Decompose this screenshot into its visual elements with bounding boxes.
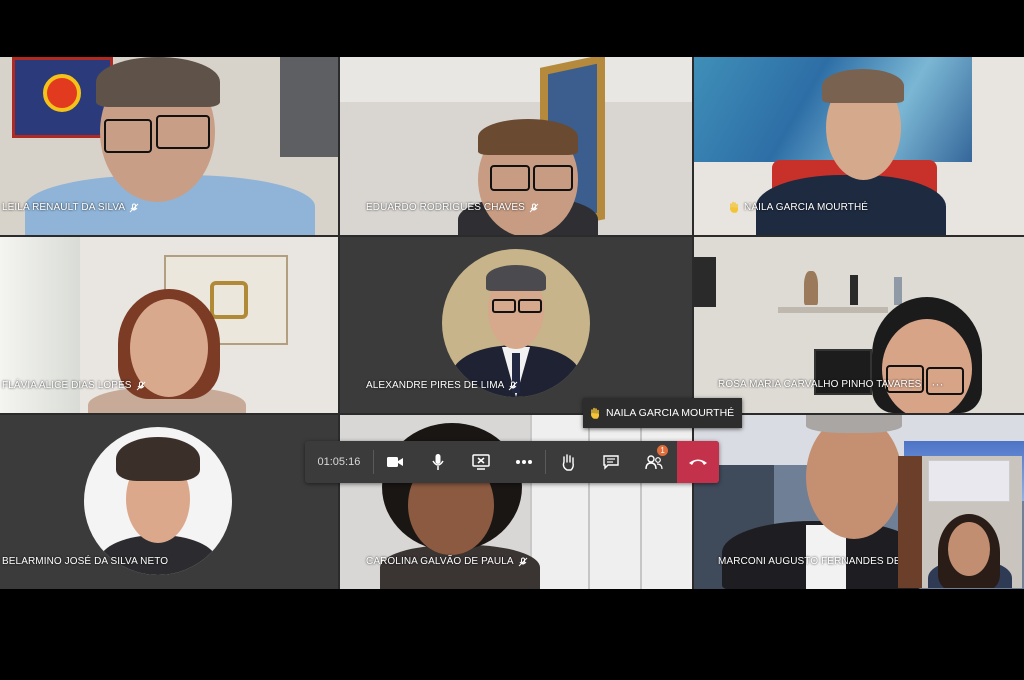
participants-badge: 1 bbox=[657, 445, 669, 456]
participant-tile-flavia[interactable]: FLÁVIA ALICE DIAS LOPES bbox=[0, 237, 338, 413]
notification-text: NAILA GARCIA MOURTHÉ bbox=[606, 407, 735, 419]
hang-up-button[interactable] bbox=[677, 441, 719, 483]
share-screen-button[interactable] bbox=[460, 441, 503, 483]
microphone-icon bbox=[432, 454, 444, 470]
participant-tile-naila[interactable]: NAILA GARCIA MOURTHÉ bbox=[694, 57, 1024, 235]
raised-hand-notification[interactable]: NAILA GARCIA MOURTHÉ bbox=[583, 398, 743, 428]
participant-hair bbox=[96, 57, 220, 107]
participant-name: FLÁVIA ALICE DIAS LOPES bbox=[2, 380, 146, 391]
camera-button[interactable] bbox=[374, 441, 417, 483]
participant-name: ALEXANDRE PIRES DE LIMA bbox=[366, 380, 518, 391]
participant-name: EDUARDO RODRIGUES CHAVES bbox=[366, 202, 539, 213]
participant-head bbox=[806, 415, 902, 539]
participant-name: NAILA GARCIA MOURTHÉ bbox=[728, 201, 868, 213]
more-options-button[interactable] bbox=[503, 441, 546, 483]
call-controls-bar: 01:05:16 1 bbox=[305, 441, 719, 483]
hang-up-icon bbox=[689, 459, 707, 465]
participants-icon bbox=[644, 455, 663, 470]
participant-head bbox=[948, 522, 990, 576]
meeting-stage: LEILA RENAULT DA SILVA EDUARDO RODRIGUES… bbox=[0, 57, 1024, 589]
participant-tile-leila[interactable]: LEILA RENAULT DA SILVA bbox=[0, 57, 338, 235]
raised-hand-icon bbox=[730, 201, 739, 213]
raise-hand-button[interactable] bbox=[546, 441, 589, 483]
more-options-icon[interactable]: ··· bbox=[931, 377, 943, 391]
participants-button[interactable]: 1 bbox=[632, 441, 675, 483]
mic-muted-icon bbox=[518, 557, 527, 566]
participant-name: CAROLINA GALVÃO DE PAULA bbox=[366, 556, 528, 567]
shelf bbox=[778, 307, 888, 313]
participant-name: LEILA RENAULT DA SILVA bbox=[2, 202, 139, 213]
raise-hand-icon bbox=[562, 454, 574, 471]
speaker bbox=[694, 257, 716, 307]
avatar bbox=[84, 427, 232, 575]
participant-name: MARCONI AUGUSTO FERNANDES DE CA bbox=[718, 556, 918, 567]
mic-muted-icon bbox=[529, 203, 539, 212]
camera-icon bbox=[387, 457, 404, 467]
self-view[interactable] bbox=[898, 456, 1022, 588]
participant-tile-rosa[interactable]: ROSA MARIA CARVALHO PINHO TAVARES ··· bbox=[694, 237, 1024, 413]
raised-hand-icon bbox=[591, 407, 600, 419]
chat-icon bbox=[603, 455, 619, 470]
participant-tile-belarmino[interactable]: BELARMINO JOSÉ DA SILVA NETO bbox=[0, 415, 338, 589]
chat-button[interactable] bbox=[589, 441, 632, 483]
more-options-icon bbox=[515, 460, 532, 464]
share-screen-icon bbox=[472, 454, 490, 470]
mic-muted-icon bbox=[509, 381, 518, 390]
participant-name: ROSA MARIA CARVALHO PINHO TAVARES ··· bbox=[718, 377, 944, 391]
participant-name: BELARMINO JOSÉ DA SILVA NETO bbox=[2, 556, 169, 567]
window-blinds bbox=[280, 57, 338, 157]
microphone-button[interactable] bbox=[417, 441, 460, 483]
call-timer: 01:05:16 bbox=[317, 456, 361, 468]
participant-tile-eduardo[interactable]: EDUARDO RODRIGUES CHAVES bbox=[340, 57, 692, 235]
mic-muted-icon bbox=[129, 203, 139, 212]
mic-muted-icon bbox=[136, 381, 145, 390]
participant-tile-alexandre[interactable]: ALEXANDRE PIRES DE LIMA bbox=[340, 237, 692, 413]
avatar bbox=[442, 249, 590, 397]
